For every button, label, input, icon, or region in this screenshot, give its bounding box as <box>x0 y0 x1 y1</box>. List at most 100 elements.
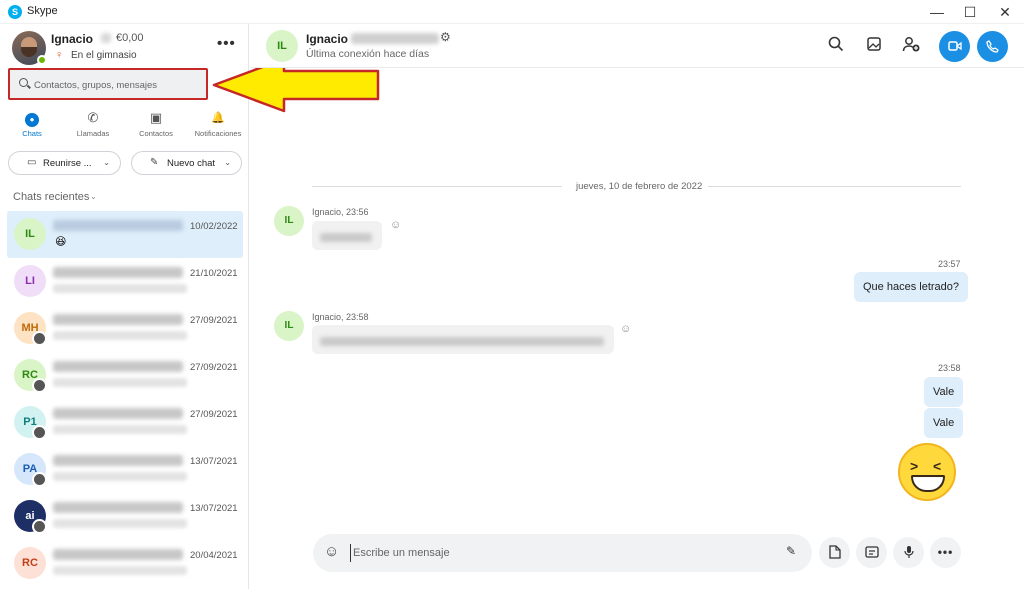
chat-avatar: RC <box>14 547 46 579</box>
group-badge-icon <box>32 378 47 393</box>
chat-preview-redacted <box>53 425 187 434</box>
message-avatar[interactable]: IL <box>274 311 304 341</box>
group-badge-icon <box>32 425 47 440</box>
chat-preview-emoji: 😆 <box>55 236 67 248</box>
tab-chats-label: Chats <box>22 129 42 138</box>
tab-chats[interactable]: ● Chats <box>2 110 62 138</box>
profile-mood[interactable]: En el gimnasio <box>71 50 137 61</box>
chat-name-redacted <box>53 267 183 278</box>
tab-contacts-label: Contactos <box>139 129 173 138</box>
chat-preview-redacted <box>53 284 187 293</box>
send-file-button[interactable] <box>819 537 850 568</box>
chat-preview-redacted <box>53 472 187 481</box>
skype-logo-icon: S <box>8 5 22 19</box>
online-status-icon <box>37 55 47 65</box>
message-avatar[interactable]: IL <box>274 206 304 236</box>
message-bubble-incoming[interactable] <box>312 221 382 250</box>
gear-icon[interactable]: ⚙ <box>440 30 451 44</box>
message-input[interactable] <box>350 544 750 562</box>
more-options-button[interactable]: ••• <box>217 35 236 52</box>
contact-avatar[interactable]: IL <box>266 30 298 62</box>
meet-now-button[interactable]: ▭ Reunirse ... ⌄ <box>8 151 121 175</box>
message-bubble-outgoing[interactable]: Vale <box>924 377 964 407</box>
chat-list-item[interactable]: P1 27/09/2021 <box>7 399 243 446</box>
reaction-icon[interactable]: ☺ <box>620 323 631 335</box>
more-tools-button[interactable]: ••• <box>930 537 961 568</box>
reaction-icon[interactable]: ☺ <box>390 219 401 231</box>
chat-list-item[interactable]: ai 13/07/2021 <box>7 493 243 540</box>
search-icon[interactable] <box>828 36 844 56</box>
microphone-button[interactable] <box>893 537 924 568</box>
message-meta: Ignacio, 23:56 <box>312 207 369 217</box>
chat-preview-redacted <box>53 566 187 575</box>
search-box[interactable] <box>8 68 208 100</box>
search-icon <box>19 78 28 87</box>
chat-preview-redacted <box>53 331 187 340</box>
redacted-message-text <box>320 337 604 346</box>
chat-date: 21/10/2021 <box>190 268 238 279</box>
date-separator: jueves, 10 de febrero de 2022 <box>570 181 709 192</box>
tab-notifications[interactable]: 🔔 Notificaciones <box>188 110 248 138</box>
tab-notifications-label: Notificaciones <box>194 129 242 138</box>
search-input[interactable] <box>34 76 204 94</box>
share-contact-button[interactable] <box>856 537 887 568</box>
chat-date: 27/09/2021 <box>190 409 238 420</box>
chat-list-item[interactable]: LI 21/10/2021 <box>7 258 243 305</box>
video-meet-icon: ▭ <box>27 157 37 168</box>
video-call-button[interactable] <box>939 31 970 62</box>
contact-status: Última conexión hace días <box>306 48 430 60</box>
message-time: 23:57 <box>938 259 961 269</box>
chat-name-redacted <box>53 502 183 513</box>
chat-name-redacted <box>53 314 183 325</box>
meet-now-label: Reunirse ... <box>43 158 92 169</box>
chat-list-item[interactable]: RC 20/04/2021 <box>7 540 243 587</box>
chat-avatar: IL <box>14 218 46 250</box>
chat-name-redacted <box>53 361 183 372</box>
tab-contacts[interactable]: ▣ Contactos <box>126 110 186 138</box>
pen-icon[interactable]: ✎ <box>786 544 796 558</box>
tab-calls-label: Llamadas <box>76 129 110 138</box>
chat-list-item[interactable]: PA 13/07/2021 <box>7 446 243 493</box>
title-bar: S Skype — ☐ ✕ <box>0 0 1024 24</box>
gallery-icon[interactable] <box>866 36 882 56</box>
profile-name[interactable]: Ignacio <box>51 32 93 46</box>
avatar-beard <box>21 47 37 57</box>
chat-list-item[interactable]: IL 😆 10/02/2022 <box>7 211 243 258</box>
chat-name-redacted <box>53 549 183 560</box>
skype-credit[interactable]: €0,00 <box>116 32 144 44</box>
group-badge-icon <box>32 472 47 487</box>
compose-icon: ✎ <box>150 157 159 168</box>
close-button[interactable]: ✕ <box>988 0 1022 24</box>
add-people-icon[interactable] <box>902 36 920 56</box>
message-bubble-outgoing[interactable]: Vale <box>924 408 964 438</box>
divider <box>312 186 562 187</box>
chat-preview-redacted <box>53 519 187 528</box>
message-meta: Ignacio, 23:58 <box>312 312 369 322</box>
chat-name-redacted <box>53 408 183 419</box>
message-bubble-outgoing[interactable]: Que haces letrado? <box>854 272 969 302</box>
group-badge-icon <box>32 519 47 534</box>
laughing-emoji-icon[interactable]: > < <box>898 443 956 501</box>
chat-list-item[interactable]: MH 27/09/2021 <box>7 305 243 352</box>
contacts-icon: ▣ <box>149 110 163 125</box>
contact-name[interactable]: Ignacio <box>306 32 348 46</box>
message-bubble-incoming[interactable] <box>312 325 614 354</box>
chat-list-item[interactable]: RC 27/09/2021 <box>7 352 243 399</box>
nav-tabs: ● Chats ✆ Llamadas ▣ Contactos 🔔 Notific… <box>0 110 249 142</box>
chat-date: 20/04/2021 <box>190 550 238 561</box>
chat-header: IL Ignacio ⚙ Última conexión hace días <box>250 24 1024 68</box>
contact-name-redacted <box>351 33 439 44</box>
new-chat-button[interactable]: ✎ Nuevo chat ⌄ <box>131 151 242 175</box>
recent-chats-label[interactable]: Chats recientes <box>13 191 89 203</box>
phone-icon: ✆ <box>87 110 99 125</box>
minimize-button[interactable]: — <box>920 0 954 24</box>
mood-runner-icon: ♀ <box>55 49 64 61</box>
tab-calls[interactable]: ✆ Llamadas <box>63 110 123 138</box>
chat-bubble-icon: ● <box>2 110 62 127</box>
audio-call-button[interactable] <box>977 31 1008 62</box>
redacted-message-text <box>320 233 372 242</box>
maximize-button[interactable]: ☐ <box>953 0 987 24</box>
emoji-picker-icon[interactable]: ☺ <box>324 543 339 560</box>
chat-date: 13/07/2021 <box>190 456 238 467</box>
chevron-down-icon[interactable]: ⌄ <box>90 192 97 201</box>
